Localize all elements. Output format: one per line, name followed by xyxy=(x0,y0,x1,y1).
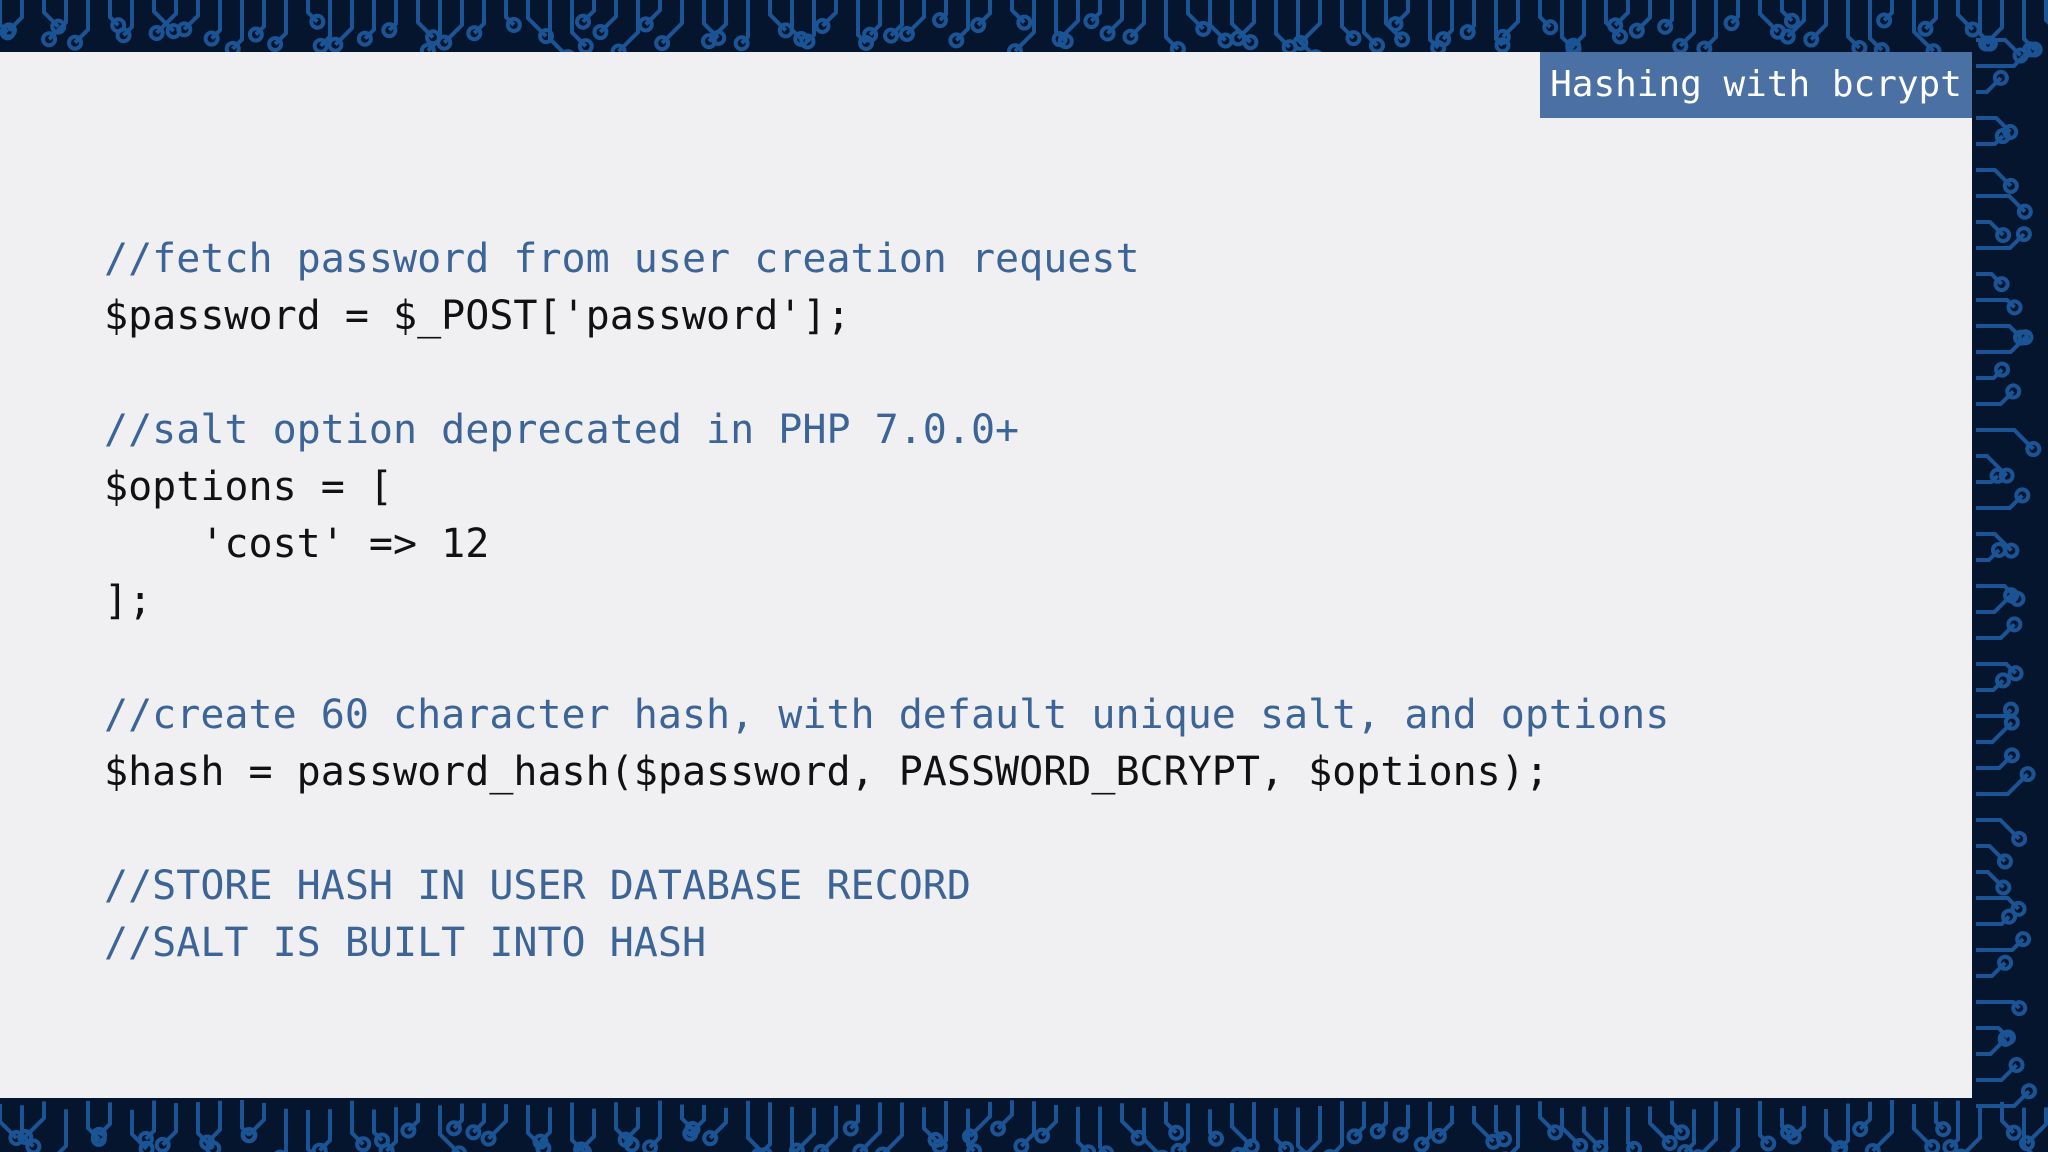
code-line: $password = $_POST['password']; xyxy=(104,293,851,339)
code-comment-line: //fetch password from user creation requ… xyxy=(104,236,1140,282)
code-line: $options = [ xyxy=(104,464,393,510)
slide-panel: Hashing with bcrypt //fetch password fro… xyxy=(0,52,1972,1098)
code-comment-line: //create 60 character hash, with default… xyxy=(104,692,1670,738)
code-line: $hash = password_hash($password, PASSWOR… xyxy=(104,749,1549,795)
slide-title: Hashing with bcrypt xyxy=(1540,52,1972,118)
code-comment-line: //salt option deprecated in PHP 7.0.0+ xyxy=(104,407,1020,453)
code-line: 'cost' => 12 xyxy=(104,521,490,567)
code-line: ]; xyxy=(104,578,153,624)
code-block: //fetch password from user creation requ… xyxy=(104,231,1669,972)
code-comment-line: //STORE HASH IN USER DATABASE RECORD xyxy=(104,863,971,909)
code-comment-line: //SALT IS BUILT INTO HASH xyxy=(104,920,707,966)
